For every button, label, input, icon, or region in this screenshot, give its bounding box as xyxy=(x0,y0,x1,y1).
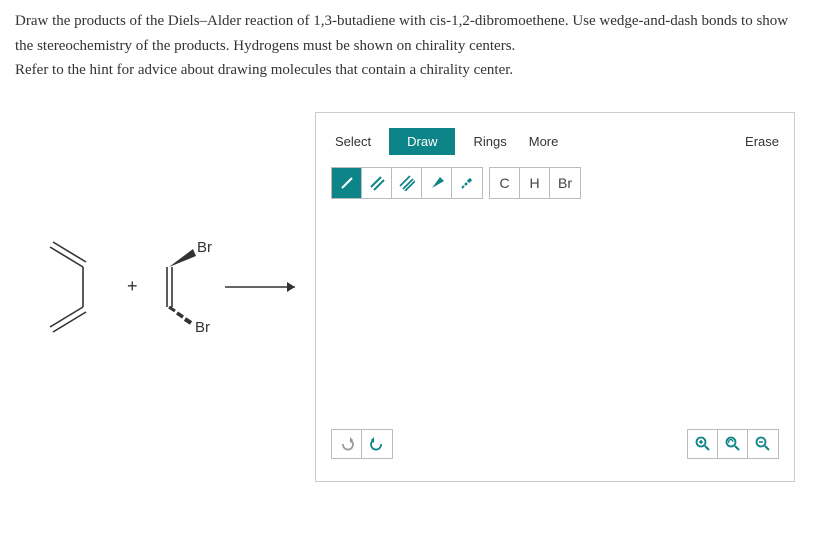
draw-mode[interactable]: Draw xyxy=(389,128,455,155)
bottom-tools xyxy=(331,429,779,459)
element-tools: C H Br xyxy=(489,167,581,199)
zoom-group xyxy=(687,429,779,459)
dash-bond-tool[interactable] xyxy=(452,168,482,198)
svg-text:+: + xyxy=(127,276,138,296)
wedge-bond-tool[interactable] xyxy=(422,168,452,198)
wedge-bond-icon xyxy=(429,175,445,191)
redo-icon xyxy=(370,437,384,451)
question-line-1: Draw the products of the Diels–Alder rea… xyxy=(15,10,800,33)
triple-bond-icon xyxy=(399,175,415,191)
question-line-3: Refer to the hint for advice about drawi… xyxy=(15,59,800,82)
bond-tools xyxy=(331,167,483,199)
undo-icon xyxy=(340,437,354,451)
double-bond-icon xyxy=(369,175,385,191)
dash-bond-icon xyxy=(459,175,475,191)
bromine-element[interactable]: Br xyxy=(550,168,580,198)
content-area: + Br Br Select Draw Rings More xyxy=(15,112,800,482)
bond-element-row: C H Br xyxy=(331,167,779,199)
reaction-diagram: + Br Br xyxy=(15,212,305,412)
drawing-panel: Select Draw Rings More Erase xyxy=(315,112,795,482)
zoom-out-icon xyxy=(755,436,771,452)
rings-mode[interactable]: Rings xyxy=(469,128,510,155)
br-label-bottom: Br xyxy=(195,319,210,336)
redo-button[interactable] xyxy=(362,430,392,458)
undo-redo-group xyxy=(331,429,393,459)
undo-button[interactable] xyxy=(332,430,362,458)
erase-mode[interactable]: Erase xyxy=(745,134,779,149)
zoom-in-button[interactable] xyxy=(688,430,718,458)
question-line-2: the stereochemistry of the products. Hyd… xyxy=(15,35,800,58)
mode-toolbar: Select Draw Rings More Erase xyxy=(331,128,779,155)
reaction-svg: + Br Br xyxy=(15,212,305,372)
double-bond-tool[interactable] xyxy=(362,168,392,198)
zoom-out-button[interactable] xyxy=(748,430,778,458)
select-mode[interactable]: Select xyxy=(331,128,375,155)
zoom-reset-icon xyxy=(725,436,741,452)
question-text: Draw the products of the Diels–Alder rea… xyxy=(15,10,800,82)
drawing-canvas[interactable] xyxy=(331,199,779,429)
single-bond-tool[interactable] xyxy=(332,168,362,198)
br-label-top: Br xyxy=(197,239,212,256)
more-mode[interactable]: More xyxy=(525,128,563,155)
single-bond-icon xyxy=(339,175,355,191)
zoom-in-icon xyxy=(695,436,711,452)
triple-bond-tool[interactable] xyxy=(392,168,422,198)
zoom-reset-button[interactable] xyxy=(718,430,748,458)
carbon-element[interactable]: C xyxy=(490,168,520,198)
hydrogen-element[interactable]: H xyxy=(520,168,550,198)
